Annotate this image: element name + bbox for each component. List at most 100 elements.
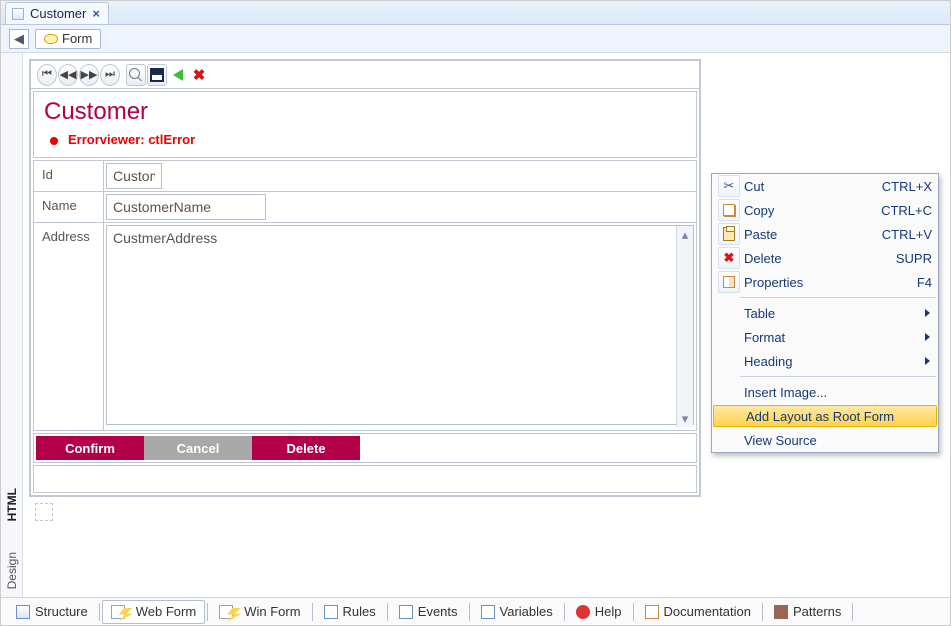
back-button[interactable]: ◀ (9, 29, 29, 49)
menu-item-label: Cut (744, 179, 882, 194)
tab-win-form-label: Win Form (244, 604, 300, 619)
menu-item-paste[interactable]: PasteCTRL+V (712, 222, 938, 246)
document-tab-customer[interactable]: Customer × (5, 2, 109, 24)
scroll-down-icon[interactable]: ▾ (677, 410, 693, 427)
separator (207, 603, 208, 621)
tab-patterns[interactable]: Patterns (765, 600, 850, 624)
separator (312, 603, 313, 621)
menu-item-accel: SUPR (896, 251, 932, 266)
empty-strip (33, 465, 697, 493)
tab-events-label: Events (418, 604, 458, 619)
menu-item-insert-image[interactable]: Insert Image... (712, 380, 938, 404)
form-icon (44, 34, 58, 44)
delete-button[interactable]: Delete (252, 436, 360, 460)
delete-icon: ✖ (718, 247, 740, 269)
separator (633, 603, 634, 621)
blank-icon (718, 429, 740, 451)
menu-divider (740, 376, 936, 377)
input-id[interactable] (106, 163, 162, 189)
tab-help[interactable]: Help (567, 600, 631, 624)
blank-icon (718, 350, 740, 372)
prev-record-button[interactable]: ◀◀ (58, 64, 78, 86)
tab-rules[interactable]: Rules (315, 600, 385, 624)
last-record-button[interactable]: ⏭ (100, 64, 120, 86)
first-record-button[interactable]: ⏮ (37, 64, 57, 86)
menu-item-label: Delete (744, 251, 896, 266)
cancel-button[interactable]: Cancel (144, 436, 252, 460)
menu-item-label: Insert Image... (744, 385, 932, 400)
menu-item-heading[interactable]: Heading (712, 349, 938, 373)
menu-item-table[interactable]: Table (712, 301, 938, 325)
menu-item-label: Format (744, 330, 932, 345)
menu-item-accel: F4 (917, 275, 932, 290)
app-root: Customer × ◀ Form HTML Design ⏮ ◀◀ ▶▶ ⏭ (0, 0, 951, 626)
menu-item-delete[interactable]: ✖ DeleteSUPR (712, 246, 938, 270)
design-canvas: ⏮ ◀◀ ▶▶ ⏭ ✖ Customer Errorviewer: ctlErr… (29, 59, 701, 497)
menu-item-properties[interactable]: PropertiesF4 (712, 270, 938, 294)
help-icon (576, 605, 590, 619)
separator (99, 603, 100, 621)
scrollbar[interactable]: ▴ ▾ (676, 226, 693, 427)
tab-web-form[interactable]: Web Form (102, 600, 205, 624)
cut-icon: ✂ (718, 175, 740, 197)
menu-item-format[interactable]: Format (712, 325, 938, 349)
blank-icon (718, 326, 740, 348)
separator (564, 603, 565, 621)
chevron-left-icon: ◀ (14, 31, 24, 47)
input-address[interactable] (106, 225, 694, 425)
record-toolbar: ⏮ ◀◀ ▶▶ ⏭ ✖ (31, 61, 699, 89)
events-icon (399, 605, 413, 619)
undo-icon (173, 69, 183, 81)
left-vertical-tabs: HTML Design (1, 53, 23, 597)
vertical-tab-html[interactable]: HTML (5, 488, 19, 521)
tab-web-form-label: Web Form (136, 604, 196, 619)
label-name: Name (34, 192, 104, 222)
form-chip[interactable]: Form (35, 29, 101, 49)
form-chip-label: Form (62, 31, 92, 46)
blank-icon (718, 381, 740, 403)
menu-item-accel: CTRL+X (882, 179, 932, 194)
input-name[interactable] (106, 194, 266, 220)
document-tab-title: Customer (30, 6, 86, 21)
tab-patterns-label: Patterns (793, 604, 841, 619)
next-record-button[interactable]: ▶▶ (79, 64, 99, 86)
tab-structure[interactable]: Structure (7, 600, 97, 624)
separator (387, 603, 388, 621)
tab-documentation-label: Documentation (664, 604, 751, 619)
menu-item-add-layout[interactable]: Add Layout as Root Form (713, 405, 937, 427)
header-section: Customer Errorviewer: ctlError (33, 91, 697, 158)
menu-item-label: Copy (744, 203, 881, 218)
tab-documentation[interactable]: Documentation (636, 600, 760, 624)
tab-rules-label: Rules (343, 604, 376, 619)
tab-events[interactable]: Events (390, 600, 467, 624)
tab-variables[interactable]: Variables (472, 600, 562, 624)
menu-item-label: Paste (744, 227, 882, 242)
breadcrumb-bar: ◀ Form (1, 25, 950, 53)
separator (762, 603, 763, 621)
tab-structure-label: Structure (35, 604, 88, 619)
properties-icon (718, 271, 740, 293)
vertical-tab-design[interactable]: Design (5, 552, 19, 589)
delete-toolbar-button[interactable]: ✖ (189, 64, 209, 86)
copy-icon (718, 199, 740, 221)
confirm-button[interactable]: Confirm (36, 436, 144, 460)
bottom-tab-bar: Structure Web Form Win Form Rules Events… (1, 597, 950, 625)
search-button[interactable] (126, 64, 146, 86)
save-button[interactable] (147, 64, 167, 86)
menu-item-label: View Source (744, 433, 932, 448)
search-icon (129, 68, 143, 82)
structure-icon (16, 605, 30, 619)
menu-item-view-source[interactable]: View Source (712, 428, 938, 452)
delete-icon: ✖ (193, 66, 206, 84)
menu-item-cut[interactable]: ✂ CutCTRL+X (712, 174, 938, 198)
scroll-up-icon[interactable]: ▴ (677, 226, 693, 243)
undo-button[interactable] (168, 64, 188, 86)
tab-win-form[interactable]: Win Form (210, 600, 309, 624)
menu-item-copy[interactable]: CopyCTRL+C (712, 198, 938, 222)
close-icon[interactable]: × (92, 6, 100, 21)
menu-item-label: Add Layout as Root Form (746, 409, 930, 424)
menu-item-accel: CTRL+C (881, 203, 932, 218)
tab-variables-label: Variables (500, 604, 553, 619)
menu-item-accel: CTRL+V (882, 227, 932, 242)
page-title: Customer (34, 92, 696, 128)
